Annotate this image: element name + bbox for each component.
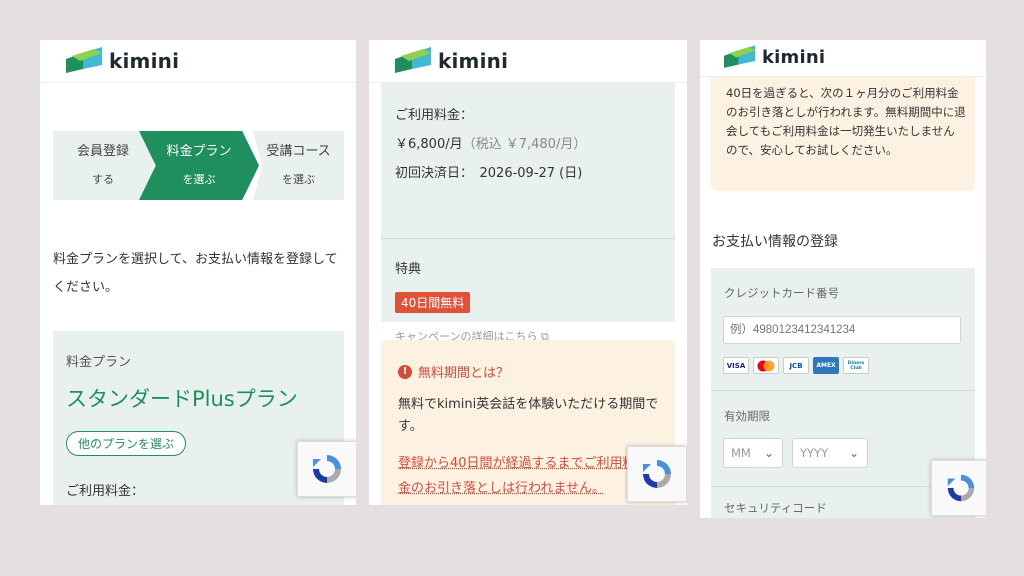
signup-plan-screen: kimini 会員登録 する 受講コース を選ぶ 料金プラン を選ぶ 料金プラン… — [40, 40, 356, 505]
free-trial-badge: 40日間無料 — [395, 292, 471, 313]
amex-icon: AMEX — [813, 357, 839, 374]
app-header: kimini — [40, 40, 356, 83]
kimini-logo-icon — [724, 45, 756, 68]
expiry-month-select[interactable]: MM ⌄ — [723, 438, 783, 468]
fee-card: ご利用料金： ￥6,800/月（税込 ￥7,480/月） 初回決済日： 2026… — [381, 82, 675, 343]
first-payment-date: 初回決済日： 2026-09-27 (日) — [395, 166, 583, 181]
change-plan-button[interactable]: 他のプランを選ぶ — [66, 431, 187, 456]
security-code-label: セキュリティコード — [724, 501, 827, 515]
step-label: 受講コース — [266, 143, 331, 159]
recaptcha-badge[interactable] — [627, 446, 687, 502]
step-sublabel: する — [92, 172, 114, 186]
alert-icon: ! — [398, 364, 412, 379]
expiry-year-value: YYYY — [800, 446, 829, 460]
chevron-down-icon: ⌄ — [848, 446, 859, 460]
expiry-month-value: MM — [731, 446, 751, 460]
brand-name: kimini — [109, 49, 180, 73]
diners-club-icon: Diners Club — [843, 357, 869, 374]
fee-label: ご利用料金： — [66, 484, 145, 499]
chevron-down-icon: ⌄ — [763, 446, 774, 460]
kimini-logo[interactable]: kimini — [395, 47, 508, 75]
plan-label: 料金プラン — [66, 355, 132, 370]
kimini-logo[interactable]: kimini — [724, 45, 825, 70]
kimini-logo-icon — [66, 47, 102, 73]
kimini-logo-icon — [395, 47, 431, 73]
benefit-label: 特典 — [395, 262, 422, 277]
expiry-label: 有効期限 — [724, 409, 770, 423]
step-plan-active: 料金プラン を選ぶ — [139, 131, 259, 200]
payment-info-screen: kimini 40日を過ぎると、次の１ヶ月分のご利用料金のお引き落としが行われま… — [700, 40, 986, 518]
step-sublabel: を選ぶ — [182, 172, 216, 186]
jcb-icon: JCB — [783, 357, 809, 374]
instruction-text: 料金プランを選択して、お支払い情報を登録してください。 — [53, 252, 338, 295]
app-header: kimini — [369, 40, 687, 83]
plan-name: スタンダードPlusプラン — [66, 387, 298, 411]
app-header: kimini — [700, 40, 986, 77]
brand-name: kimini — [438, 49, 509, 73]
recaptcha-icon — [313, 455, 341, 483]
step-register: 会員登録 する — [53, 131, 153, 200]
step-sublabel: を選ぶ — [282, 172, 315, 186]
card-number-label: クレジットカード番号 — [724, 286, 839, 300]
mastercard-circles — [757, 360, 775, 371]
billing-notice-text: 40日を過ぎると、次の１ヶ月分のご利用料金のお引き落としが行われます。無料期間中… — [726, 86, 966, 157]
card-brand-list: VISA JCB AMEX Diners Club — [723, 357, 869, 374]
recaptcha-icon — [643, 460, 671, 488]
section-title: お支払い情報の登録 — [712, 234, 838, 250]
free-period-title: ! 無料期間とは？ — [398, 362, 509, 381]
mastercard-icon — [753, 357, 779, 374]
free-period-body: 無料でkimini英会話を体験いただける期間です。 — [398, 397, 659, 434]
signup-steps: 会員登録 する 受講コース を選ぶ 料金プラン を選ぶ — [53, 131, 344, 200]
recaptcha-badge[interactable] — [931, 460, 986, 516]
plan-details-screen: kimini ご利用料金： ￥6,800/月（税込 ￥7,480/月） 初回決済… — [369, 40, 687, 505]
step-course: 受講コース を選ぶ — [253, 131, 344, 200]
kimini-logo[interactable]: kimini — [66, 47, 179, 75]
recaptcha-badge[interactable] — [297, 441, 356, 497]
fee-label: ご利用料金： — [395, 108, 474, 123]
price-line: ￥6,800/月（税込 ￥7,480/月） — [395, 133, 586, 152]
billing-note: 登録から40日間が経過するまでご利用料金のお引き落としは行われません。 — [398, 456, 636, 496]
divider — [381, 238, 675, 239]
price-value: ￥6,800/月 — [395, 137, 463, 152]
step-label: 料金プラン — [166, 143, 232, 159]
billing-notice-card: 40日を過ぎると、次の１ヶ月分のご利用料金のお引き落としが行われます。無料期間中… — [711, 70, 975, 191]
visa-icon: VISA — [723, 357, 749, 374]
price-tax: （税込 ￥7,480/月） — [462, 137, 587, 152]
recaptcha-icon — [947, 474, 975, 502]
card-number-input[interactable] — [723, 316, 961, 344]
step-label: 会員登録 — [76, 143, 129, 159]
expiry-year-select[interactable]: YYYY ⌄ — [792, 438, 868, 468]
divider — [711, 390, 975, 391]
free-period-title-text: 無料期間とは？ — [418, 366, 510, 381]
brand-name: kimini — [762, 47, 826, 68]
